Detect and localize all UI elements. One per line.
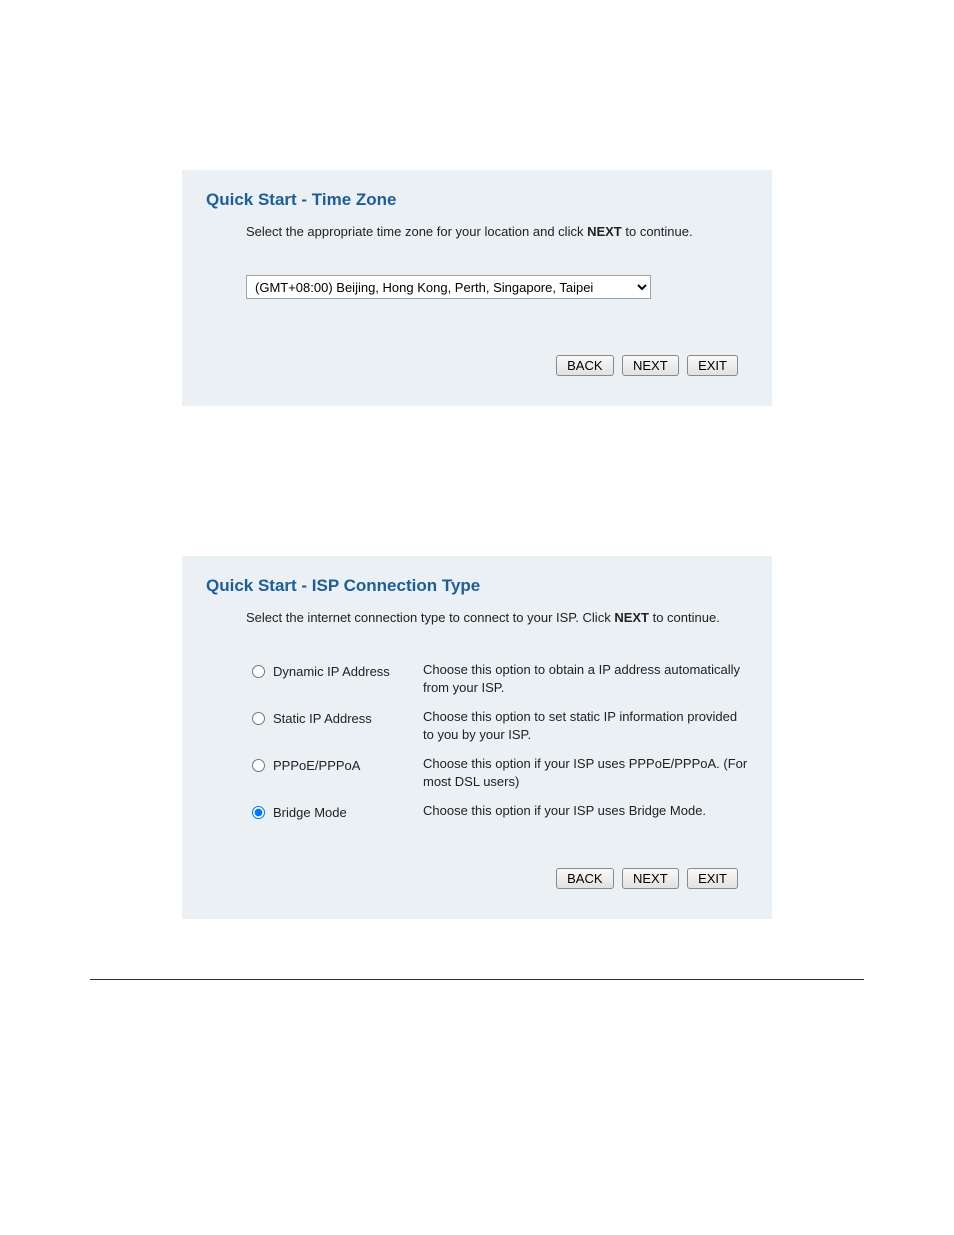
label-bridge: Bridge Mode (273, 802, 423, 820)
isp-button-row: BACK NEXT EXIT (206, 868, 738, 889)
desc-dynamic-ip: Choose this option to obtain a IP addres… (423, 661, 748, 696)
isp-instruction-post: to continue. (649, 610, 720, 625)
back-button[interactable]: BACK (556, 355, 613, 376)
timezone-instruction-pre: Select the appropriate time zone for you… (246, 224, 587, 239)
radio-pppoe[interactable] (252, 759, 265, 772)
desc-bridge: Choose this option if your ISP uses Brid… (423, 802, 748, 820)
label-pppoe: PPPoE/PPPoA (273, 755, 423, 773)
label-static-ip: Static IP Address (273, 708, 423, 726)
back-button[interactable]: BACK (556, 868, 613, 889)
desc-static-ip: Choose this option to set static IP info… (423, 708, 748, 743)
timezone-instruction: Select the appropriate time zone for you… (246, 224, 748, 239)
desc-pppoe: Choose this option if your ISP uses PPPo… (423, 755, 748, 790)
radio-dynamic-ip[interactable] (252, 665, 265, 678)
timezone-select[interactable]: (GMT+08:00) Beijing, Hong Kong, Perth, S… (246, 275, 651, 299)
isp-option-pppoe: PPPoE/PPPoA Choose this option if your I… (252, 755, 748, 790)
isp-option-bridge: Bridge Mode Choose this option if your I… (252, 802, 748, 820)
label-dynamic-ip: Dynamic IP Address (273, 661, 423, 679)
isp-option-static-ip: Static IP Address Choose this option to … (252, 708, 748, 743)
next-button[interactable]: NEXT (622, 868, 679, 889)
footer-rule (90, 979, 864, 980)
timezone-panel: Quick Start - Time Zone Select the appro… (182, 170, 772, 406)
isp-instruction-bold: NEXT (614, 610, 649, 625)
timezone-instruction-bold: NEXT (587, 224, 622, 239)
isp-title: Quick Start - ISP Connection Type (206, 576, 748, 596)
next-button[interactable]: NEXT (622, 355, 679, 376)
timezone-title: Quick Start - Time Zone (206, 190, 748, 210)
isp-instruction: Select the internet connection type to c… (246, 610, 748, 625)
timezone-button-row: BACK NEXT EXIT (206, 355, 738, 376)
isp-instruction-pre: Select the internet connection type to c… (246, 610, 614, 625)
isp-panel: Quick Start - ISP Connection Type Select… (182, 556, 772, 919)
isp-options: Dynamic IP Address Choose this option to… (252, 661, 748, 820)
exit-button[interactable]: EXIT (687, 868, 738, 889)
exit-button[interactable]: EXIT (687, 355, 738, 376)
radio-bridge[interactable] (252, 806, 265, 819)
timezone-select-row: (GMT+08:00) Beijing, Hong Kong, Perth, S… (246, 275, 748, 299)
isp-option-dynamic-ip: Dynamic IP Address Choose this option to… (252, 661, 748, 696)
radio-static-ip[interactable] (252, 712, 265, 725)
timezone-instruction-post: to continue. (622, 224, 693, 239)
